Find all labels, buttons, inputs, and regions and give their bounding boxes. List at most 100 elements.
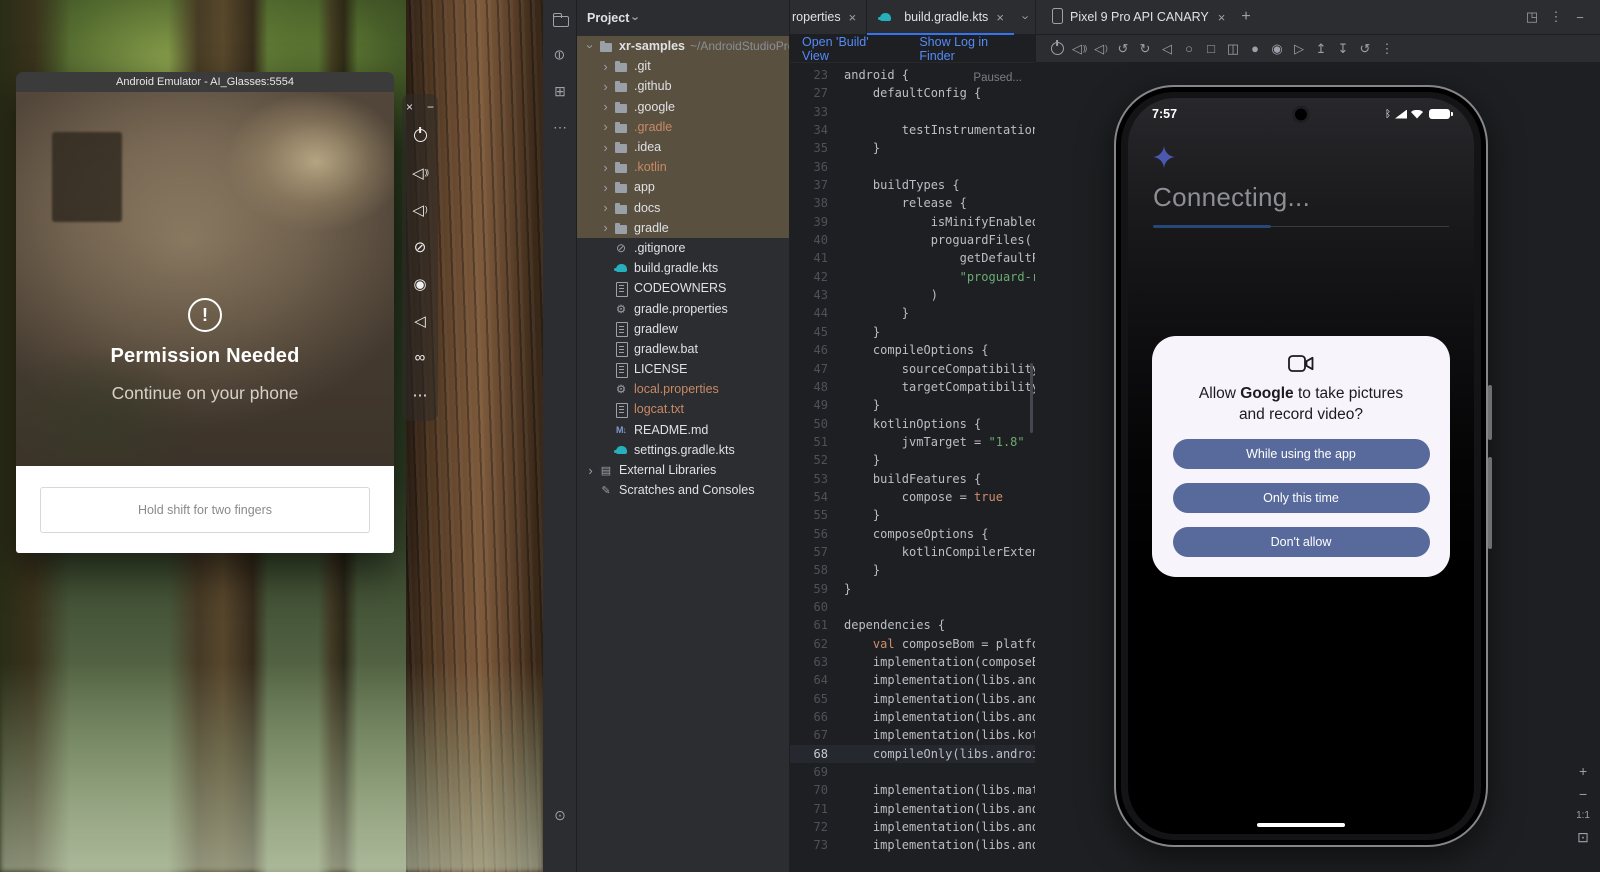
show-log-link[interactable]: Show Log in Finder bbox=[919, 35, 1023, 63]
close-icon[interactable]: × bbox=[404, 101, 416, 113]
desktop: Android Emulator - AI_Glasses:5554 Permi… bbox=[0, 0, 1600, 872]
zoom-out-button[interactable]: − bbox=[1579, 787, 1587, 801]
line-number: 41 bbox=[790, 249, 828, 267]
structure-icon[interactable]: ⊞ bbox=[545, 76, 575, 106]
tree-item-gradle-properties[interactable]: ⚙gradle.properties bbox=[577, 298, 789, 318]
back-icon[interactable]: ◁ bbox=[402, 302, 438, 339]
close-tab-icon[interactable] bbox=[1218, 11, 1226, 24]
tree-item-app[interactable]: ›app bbox=[577, 177, 789, 197]
chevron-icon[interactable]: › bbox=[598, 180, 613, 195]
commit-icon[interactable]: ⊖ bbox=[545, 40, 575, 70]
volume-up-icon[interactable]: ◁ bbox=[1068, 38, 1090, 60]
zoom-in-button[interactable]: + bbox=[1579, 764, 1587, 778]
tree-item-license[interactable]: LICENSE bbox=[577, 359, 789, 379]
volume-down-icon[interactable]: ◁ bbox=[1090, 38, 1112, 60]
camera-icon[interactable]: ◉ bbox=[1266, 38, 1288, 60]
chevron-icon[interactable]: › bbox=[598, 79, 613, 94]
virtual-scene-icon[interactable]: ∞ bbox=[402, 339, 438, 376]
chevron-icon[interactable]: › bbox=[598, 140, 613, 155]
back-icon[interactable]: ◁ bbox=[1156, 38, 1178, 60]
chevron-icon[interactable]: › bbox=[598, 160, 613, 175]
tab-gradle-properties[interactable]: roperties bbox=[790, 0, 867, 34]
tree-item-build-gradle-kts[interactable]: build.gradle.kts bbox=[577, 258, 789, 278]
power-icon[interactable] bbox=[402, 117, 438, 154]
close-tab-icon[interactable] bbox=[996, 11, 1004, 24]
emulator-screen[interactable]: Permission Needed Continue on your phone bbox=[16, 92, 394, 466]
deny-button[interactable]: Don't allow bbox=[1173, 527, 1430, 557]
download-icon[interactable]: ↧ bbox=[1332, 38, 1354, 60]
tab-build-gradle-kts[interactable]: build.gradle.kts bbox=[867, 0, 1014, 34]
tree-item-local-properties[interactable]: ⚙local.properties bbox=[577, 379, 789, 399]
more-vert-icon[interactable]: ⋮ bbox=[1544, 5, 1568, 29]
screen-record-icon[interactable]: ● bbox=[1244, 38, 1266, 60]
problems-icon[interactable]: ⊙ bbox=[545, 800, 575, 830]
upload-icon[interactable]: ↥ bbox=[1310, 38, 1332, 60]
fit-screen-icon[interactable] bbox=[1577, 830, 1589, 844]
tree-item--git[interactable]: ›.git bbox=[577, 56, 789, 76]
overview-icon[interactable]: □ bbox=[1200, 38, 1222, 60]
screenshot-icon[interactable]: ◫ bbox=[1222, 38, 1244, 60]
chevron-icon[interactable]: › bbox=[598, 99, 613, 114]
tab-pixel-9-pro[interactable]: Pixel 9 Pro API CANARY bbox=[1044, 0, 1233, 34]
chevron-icon[interactable]: › bbox=[598, 119, 613, 134]
chevron-icon[interactable]: › bbox=[598, 220, 613, 235]
tree-item-gradle[interactable]: ›gradle bbox=[577, 218, 789, 238]
zoom-ratio-label[interactable]: 1:1 bbox=[1576, 810, 1590, 821]
tree-item-readme-md[interactable]: M↓README.md bbox=[577, 420, 789, 440]
tree-item--gitignore[interactable]: ⊘.gitignore bbox=[577, 238, 789, 258]
tree-item-gradlew-bat[interactable]: gradlew.bat bbox=[577, 339, 789, 359]
close-tab-icon[interactable] bbox=[849, 11, 857, 24]
tree-item-settings-gradle-kts[interactable]: settings.gradle.kts bbox=[577, 440, 789, 460]
rotate-right-icon[interactable]: ↻ bbox=[1134, 38, 1156, 60]
tree-item--kotlin[interactable]: ›.kotlin bbox=[577, 157, 789, 177]
emulator-titlebar[interactable]: Android Emulator - AI_Glasses:5554 bbox=[16, 72, 394, 92]
editor-area: roperties build.gradle.kts Open 'Build' … bbox=[790, 0, 1035, 872]
chevron-icon[interactable]: › bbox=[583, 463, 598, 478]
tree-item--idea[interactable]: ›.idea bbox=[577, 137, 789, 157]
tree-item-codeowners[interactable]: CODEOWNERS bbox=[577, 278, 789, 298]
tree-item--github[interactable]: ›.github bbox=[577, 76, 789, 96]
more-vert-icon[interactable]: ⋮ bbox=[1376, 38, 1398, 60]
allow-once-button[interactable]: Only this time bbox=[1173, 483, 1430, 513]
video-icon[interactable]: ▷ bbox=[1288, 38, 1310, 60]
volume-down-icon[interactable]: ◁ bbox=[402, 191, 438, 228]
new-device-tab-icon[interactable] bbox=[1233, 8, 1258, 26]
power-icon[interactable] bbox=[1046, 38, 1068, 60]
rotate-left-icon[interactable]: ↺ bbox=[1112, 38, 1134, 60]
tree-item-gradlew[interactable]: gradlew bbox=[577, 319, 789, 339]
tree-item-xr-samples[interactable]: ›xr-samples ~/AndroidStudioProj bbox=[577, 36, 789, 56]
tree-item-external-libraries[interactable]: ›▤External Libraries bbox=[577, 460, 789, 480]
text-icon bbox=[613, 339, 629, 359]
project-icon[interactable] bbox=[545, 4, 575, 34]
minimize-icon[interactable]: − bbox=[425, 101, 437, 113]
ignore-icon: ⊘ bbox=[613, 238, 629, 258]
chevron-icon[interactable]: › bbox=[583, 39, 598, 54]
mic-off-icon[interactable]: ⊘ bbox=[402, 228, 438, 265]
home-icon[interactable]: ○ bbox=[1178, 38, 1200, 60]
emulator-window-controls: ×− bbox=[404, 99, 437, 115]
tree-item--google[interactable]: ›.google bbox=[577, 97, 789, 117]
phone-screen[interactable]: 7:57 ᛒ Connecting... bbox=[1128, 98, 1474, 834]
folder-icon bbox=[613, 198, 629, 218]
tree-item-docs[interactable]: ›docs bbox=[577, 198, 789, 218]
allow-foreground-button[interactable]: While using the app bbox=[1173, 439, 1430, 469]
open-build-view-link[interactable]: Open 'Build' View bbox=[802, 35, 895, 63]
open-in-window-icon[interactable]: ◳ bbox=[1520, 5, 1544, 29]
more-icon[interactable]: ⋯ bbox=[402, 376, 438, 413]
tree-item-logcat-txt[interactable]: logcat.txt bbox=[577, 399, 789, 419]
camera-icon[interactable]: ◉ bbox=[402, 265, 438, 302]
chevron-icon[interactable]: › bbox=[598, 59, 613, 74]
hide-icon[interactable]: − bbox=[1568, 5, 1592, 29]
folder-icon bbox=[613, 137, 629, 157]
volume-up-icon[interactable]: ◁ bbox=[402, 154, 438, 191]
reset-icon[interactable]: ↺ bbox=[1354, 38, 1376, 60]
code-line: 49 } bbox=[790, 396, 1035, 414]
more-icon[interactable]: ⋯ bbox=[545, 112, 575, 142]
tree-item--gradle[interactable]: ›.gradle bbox=[577, 117, 789, 137]
status-time: 7:57 bbox=[1152, 107, 1177, 121]
code-editor[interactable]: 23android {27 defaultConfig {3334 testIn… bbox=[790, 63, 1035, 872]
chevron-icon[interactable]: › bbox=[598, 200, 613, 215]
editor-scrollbar[interactable] bbox=[1030, 363, 1033, 433]
project-panel-header[interactable]: Project bbox=[577, 0, 789, 36]
tree-item-scratches-and-consoles[interactable]: ✎Scratches and Consoles bbox=[577, 480, 789, 500]
